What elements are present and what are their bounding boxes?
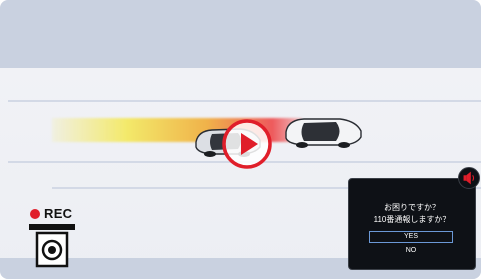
- record-dot-icon: [30, 208, 40, 219]
- sky-background: [0, 0, 481, 68]
- no-button[interactable]: NO: [369, 245, 453, 257]
- emergency-call-dialog: お困りですか？ 110番通報しますか？ YES NO: [348, 178, 476, 270]
- rec-label: REC: [44, 206, 73, 221]
- camera-icon: [29, 224, 75, 268]
- video-frame: REC お困りですか？ 110番通報しますか？ YES NO: [0, 0, 481, 279]
- dialog-question-line2: 110番通報しますか？: [373, 215, 451, 224]
- play-button-icon[interactable]: [221, 118, 273, 170]
- lane-line: [8, 100, 481, 102]
- recording-indicator: REC: [30, 206, 72, 221]
- speaker-icon[interactable]: [458, 167, 480, 189]
- dialog-question-line1: お困りですか？: [384, 203, 440, 212]
- yes-button[interactable]: YES: [369, 231, 453, 243]
- car-right: [285, 118, 362, 148]
